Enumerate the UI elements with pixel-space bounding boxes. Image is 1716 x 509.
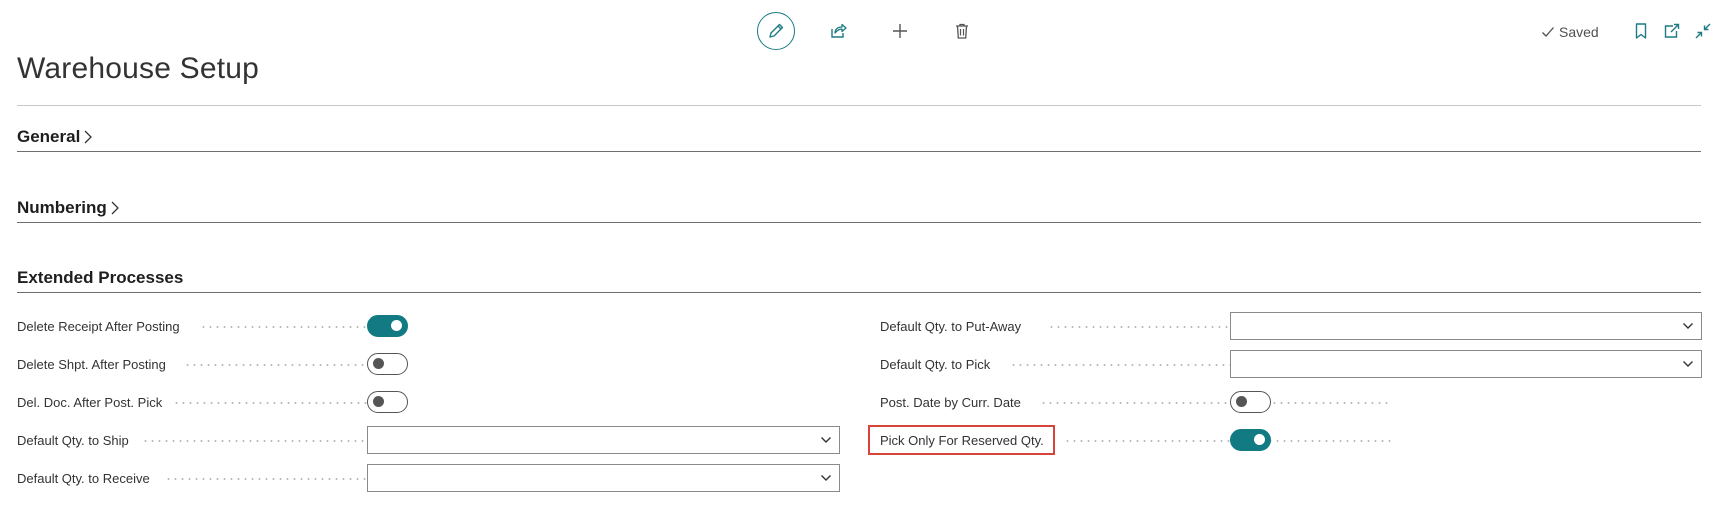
- pencil-icon: [769, 23, 784, 38]
- saved-status: Saved: [1541, 22, 1599, 42]
- delete-button[interactable]: [947, 16, 977, 46]
- section-general-title: General: [17, 127, 81, 146]
- section-numbering-title: Numbering: [17, 198, 107, 217]
- collapse-button[interactable]: [1690, 18, 1716, 44]
- open-new-window-button[interactable]: [1659, 18, 1685, 44]
- chevron-down-icon: [1682, 321, 1694, 331]
- dotted-leader: [165, 478, 376, 480]
- default-qty-to-ship-select[interactable]: [367, 426, 840, 454]
- bookmark-button[interactable]: [1628, 18, 1654, 44]
- field-delete-receipt-after-posting: Delete Receipt After Posting: [17, 311, 410, 341]
- delete-shpt-after-posting-toggle[interactable]: [367, 353, 408, 375]
- default-qty-to-put-away-select[interactable]: [1230, 312, 1702, 340]
- field-label: Default Qty. to Pick: [880, 356, 991, 372]
- page-title: Warehouse Setup: [17, 52, 260, 85]
- dotted-leader: [1064, 440, 1392, 442]
- plus-icon: [893, 24, 907, 38]
- field-label: Post. Date by Curr. Date: [880, 394, 1021, 410]
- chevron-down-icon: [820, 473, 832, 483]
- section-extended-processes-header[interactable]: Extended Processes: [17, 268, 183, 288]
- share-icon: [831, 23, 847, 38]
- highlight-box: [868, 425, 1055, 455]
- trash-icon: [956, 23, 968, 39]
- dotted-leader: [173, 402, 376, 404]
- dotted-leader: [184, 364, 376, 366]
- field-label: Default Qty. to Put-Away: [880, 318, 1022, 334]
- new-button[interactable]: [885, 16, 915, 46]
- open-new-window-icon: [1664, 23, 1680, 38]
- section-numbering-divider: [17, 222, 1701, 223]
- chevron-right-icon: [83, 129, 93, 145]
- post-date-by-curr-date-toggle[interactable]: [1230, 391, 1271, 413]
- field-label: Default Qty. to Receive: [17, 470, 150, 486]
- delete-receipt-after-posting-toggle[interactable]: [367, 315, 408, 337]
- section-numbering-header[interactable]: Numbering: [17, 198, 120, 218]
- field-default-qty-to-ship: Default Qty. to Ship: [17, 425, 841, 455]
- share-button[interactable]: [823, 16, 853, 46]
- field-default-qty-to-pick: Default Qty. to Pick: [880, 349, 1702, 379]
- del-doc-after-post-pick-toggle[interactable]: [367, 391, 408, 413]
- field-label: Del. Doc. After Post. Pick: [17, 394, 163, 410]
- checkmark-icon: [1542, 27, 1554, 37]
- field-default-qty-to-put-away: Default Qty. to Put-Away: [880, 311, 1702, 341]
- field-delete-shpt-after-posting: Delete Shpt. After Posting: [17, 349, 410, 379]
- chevron-right-icon: [110, 200, 120, 216]
- section-general-divider: [17, 151, 1701, 152]
- field-label: Delete Receipt After Posting: [17, 318, 180, 334]
- field-del-doc-after-post-pick: Del. Doc. After Post. Pick: [17, 387, 410, 417]
- collapse-icon: [1695, 23, 1711, 39]
- pick-only-for-reserved-qty-toggle[interactable]: [1230, 429, 1271, 451]
- default-qty-to-receive-select[interactable]: [367, 464, 840, 492]
- section-extended-processes-divider: [17, 292, 1701, 293]
- field-label: Delete Shpt. After Posting: [17, 356, 166, 372]
- chevron-down-icon: [1682, 359, 1694, 369]
- field-default-qty-to-receive: Default Qty. to Receive: [17, 463, 841, 493]
- chevron-down-icon: [820, 435, 832, 445]
- section-extended-processes-title: Extended Processes: [17, 268, 184, 287]
- saved-label: Saved: [1559, 24, 1599, 40]
- dotted-leader: [200, 326, 376, 328]
- dotted-leader: [142, 440, 376, 442]
- default-qty-to-pick-select[interactable]: [1230, 350, 1702, 378]
- bookmark-icon: [1635, 23, 1647, 39]
- section-general-header[interactable]: General: [17, 127, 93, 147]
- dotted-leader: [1040, 402, 1392, 404]
- edit-button[interactable]: [757, 12, 795, 50]
- title-divider: [17, 105, 1701, 106]
- field-label: Default Qty. to Ship: [17, 432, 129, 448]
- field-post-date-by-curr-date: Post. Date by Curr. Date: [880, 387, 1702, 417]
